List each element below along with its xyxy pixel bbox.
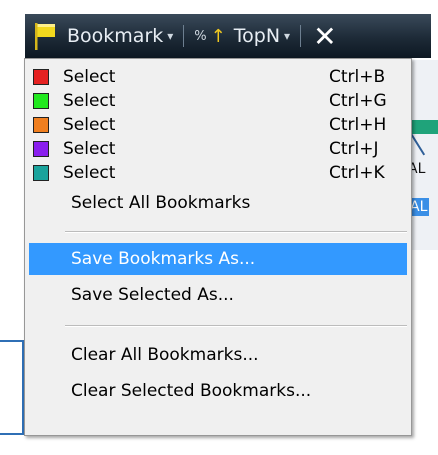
orange-swatch-icon — [33, 117, 49, 133]
percent-sort-button[interactable]: % ↑ — [188, 14, 233, 58]
menu-item-label: Select — [63, 67, 116, 87]
menu-item-select-purple[interactable]: Select Ctrl+J — [29, 137, 407, 161]
purple-swatch-icon — [33, 141, 49, 157]
menu-item-shortcut: Ctrl+H — [329, 115, 387, 135]
menu-item-label: Select — [63, 163, 116, 183]
bookmark-menu: Select Ctrl+B Select Ctrl+G Select Ctrl+… — [24, 58, 412, 436]
menu-separator — [65, 325, 407, 327]
background-bottom — [25, 436, 425, 455]
menu-item-label: Select — [63, 91, 116, 111]
close-icon: ✕ — [313, 19, 337, 53]
toolbar-separator — [183, 25, 185, 47]
menu-item-label: Save Bookmarks As... — [71, 249, 256, 269]
menu-item-shortcut: Ctrl+B — [329, 67, 386, 87]
chevron-down-icon: ▾ — [284, 29, 291, 43]
menu-separator — [65, 231, 407, 233]
menu-item-label: Clear Selected Bookmarks... — [71, 381, 312, 401]
close-button[interactable]: ✕ — [305, 14, 336, 58]
menu-item-select-all-bookmarks[interactable]: Select All Bookmarks — [29, 188, 407, 218]
arrow-up-icon: ↑ — [210, 25, 226, 47]
menu-item-label: Clear All Bookmarks... — [71, 345, 259, 365]
menu-item-label: Select — [63, 115, 116, 135]
chevron-down-icon: ▾ — [167, 29, 174, 43]
menu-item-clear-selected-bookmarks[interactable]: Clear Selected Bookmarks... — [29, 375, 407, 407]
menu-item-select-teal[interactable]: Select Ctrl+K — [29, 161, 407, 185]
menu-item-label: Select All Bookmarks — [71, 193, 251, 213]
percent-icon: % — [194, 28, 207, 44]
menu-item-select-green[interactable]: Select Ctrl+G — [29, 89, 407, 113]
menu-item-save-selected-as[interactable]: Save Selected As... — [29, 279, 407, 311]
topn-label: TopN — [233, 25, 281, 47]
menu-item-select-orange[interactable]: Select Ctrl+H — [29, 113, 407, 137]
flag-icon — [35, 23, 55, 50]
teal-swatch-icon — [33, 165, 49, 181]
background-frame — [0, 340, 24, 435]
red-swatch-icon — [33, 69, 49, 85]
menu-item-label: Save Selected As... — [71, 285, 234, 305]
background-green-cell — [408, 120, 438, 134]
bookmark-dropdown-button[interactable]: Bookmark ▾ — [33, 14, 179, 58]
menu-item-shortcut: Ctrl+K — [329, 163, 385, 183]
bookmark-label: Bookmark — [67, 25, 164, 47]
toolbar-separator — [300, 25, 302, 47]
topn-dropdown-button[interactable]: TopN ▾ — [234, 14, 296, 58]
menu-item-select-red[interactable]: Select Ctrl+B — [29, 65, 407, 89]
green-swatch-icon — [33, 93, 49, 109]
menu-item-label: Select — [63, 139, 116, 159]
menu-item-shortcut: Ctrl+J — [329, 139, 379, 159]
toolbar: Bookmark ▾ % ↑ TopN ▾ ✕ — [25, 14, 431, 58]
menu-item-save-bookmarks-as[interactable]: Save Bookmarks As... — [29, 243, 407, 275]
menu-item-clear-all-bookmarks[interactable]: Clear All Bookmarks... — [29, 339, 407, 371]
menu-item-shortcut: Ctrl+G — [329, 91, 387, 111]
